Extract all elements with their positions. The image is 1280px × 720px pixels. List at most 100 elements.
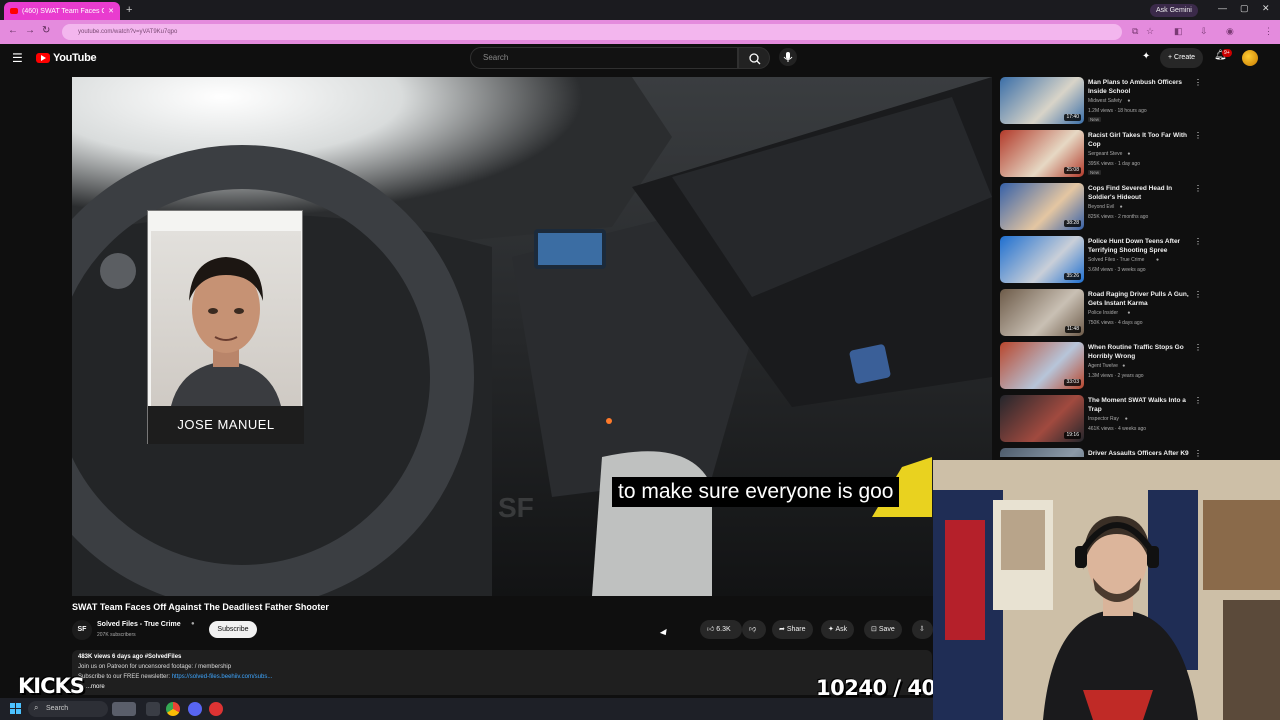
ai-sparkle-icon[interactable]: ✦ [1142,51,1150,62]
share-button[interactable]: ➦ Share [772,620,813,639]
recommendation-card[interactable]: 33:03 When Routine Traffic Stops Go Horri… [1000,342,1270,392]
back-icon[interactable]: ← [8,25,18,36]
save-button[interactable]: ⊡ Save [864,620,902,639]
recommendation-card[interactable]: 17:40 Man Plans to Ambush Officers Inside… [1000,77,1270,127]
forward-icon[interactable]: → [25,25,35,36]
video-thumbnail[interactable]: 19:16 [1000,395,1084,442]
logo-text: YouTube [53,52,97,64]
recommendation-card[interactable]: 19:16 The Moment SWAT Walks Into a Trap In… [1000,395,1270,445]
more-options-icon[interactable]: ⋮ [1194,131,1202,140]
youtube-logo[interactable]: YouTube [36,52,97,64]
subscribe-button[interactable]: Subscribe [209,621,257,638]
description-box[interactable]: 483K views 6 days ago #SolvedFiles Join … [72,650,932,695]
verified-badge-icon: ● [1156,257,1160,263]
webcam-feed [933,460,1280,720]
tab-title: (460) SWAT Team Faces Off Aga [22,7,104,15]
video-thumbnail[interactable]: 17:40 [1000,77,1084,124]
widgets-icon[interactable] [112,702,136,716]
video-thumbnail[interactable]: 25:08 [1000,130,1084,177]
video-thumbnail[interactable]: 35:26 [1000,236,1084,283]
tab-close-icon[interactable]: ✕ [108,7,114,15]
more-options-icon[interactable]: ⋮ [1194,449,1202,457]
minimize-icon[interactable]: — [1218,3,1227,13]
more-options-icon[interactable]: ⋮ [1194,396,1202,405]
video-thumbnail[interactable]: 33:03 [1000,342,1084,389]
mugshot-overlay: JOSE MANUEL [147,210,304,444]
recommendation-stats: 1.3M views · 2 years ago [1088,373,1144,379]
account-avatar[interactable] [1242,50,1258,66]
search-input[interactable]: Search [470,47,738,69]
recommendation-stats: 3.6M views · 3 weeks ago [1088,267,1146,273]
more-options-icon[interactable]: ⋮ [1194,290,1202,299]
video-thumbnail[interactable]: 11:48 [1000,289,1084,336]
ask-button[interactable]: ✦ Ask [821,620,855,639]
recommendation-channel[interactable]: Beyond Evil [1088,204,1114,210]
recommendation-channel[interactable]: Sergeant Steve [1088,151,1122,157]
install-icon[interactable]: ⧉ [1132,26,1138,37]
taskbar-search[interactable]: Search [28,701,108,717]
obs-icon[interactable] [209,702,223,716]
maximize-icon[interactable]: ▢ [1240,3,1249,14]
recommendation-channel[interactable]: Inspector Ray [1088,416,1119,422]
recommendation-channel[interactable]: Agent Twelve [1088,363,1118,369]
extensions-icon[interactable]: ◧ [1174,26,1183,37]
video-player[interactable]: JOSE MANUEL SF to make sure everyone is … [72,77,992,596]
verified-badge-icon: ● [1119,204,1123,210]
verified-badge-icon: ● [1124,416,1128,422]
ask-gemini-button[interactable]: Ask Gemini [1150,4,1198,17]
recommendation-card[interactable]: 38:28 Cops Find Severed Head In Soldier's… [1000,183,1270,233]
show-more-link[interactable]: ...more [86,684,105,690]
like-button[interactable]: 👍︎ 6.3K [700,620,742,639]
bookmark-icon: ⊡ [871,626,879,633]
recommendation-card[interactable]: 25:08 Racist Girl Takes It Too Far With C… [1000,130,1270,180]
recommendation-title: Road Raging Driver Pulls A Gun, Gets Ins… [1088,291,1189,307]
recommendation-card[interactable]: Driver Assaults Officers After K9 Discov… [1000,448,1270,457]
hamburger-menu-icon[interactable]: ☰ [12,51,23,65]
profile-icon[interactable]: ◉ [1226,26,1234,37]
mouse-cursor [659,628,670,638]
recommendation-title: Police Hunt Down Teens After Terrifying … [1088,238,1181,254]
browser-tab[interactable]: (460) SWAT Team Faces Off Aga ✕ [4,2,120,20]
view-stats: 483K views 6 days ago #SolvedFiles [78,654,182,660]
close-window-icon[interactable]: ✕ [1262,3,1270,14]
download-button[interactable]: ⇩ [912,620,933,639]
newsletter-text: Subscribe to our FREE newsletter: [78,674,172,680]
voice-search-button[interactable] [779,48,797,66]
video-thumbnail[interactable] [1000,448,1084,457]
more-options-icon[interactable]: ⋮ [1194,237,1202,246]
recommendation-channel[interactable]: Midwest Safety [1088,98,1122,104]
downloads-icon[interactable]: ⇩ [1200,26,1208,37]
bookmark-star-icon[interactable]: ☆ [1146,26,1154,37]
more-options-icon[interactable]: ⋮ [1194,343,1202,352]
notification-badge: 9+ [1222,49,1232,57]
channel-avatar[interactable]: SF [72,620,92,640]
newsletter-link[interactable]: https://solved-files.beehiiv.com/subs... [172,674,273,680]
verified-badge-icon: ● [191,621,195,627]
recommendation-stats: 461K views · 4 weeks ago [1088,426,1147,432]
dislike-button[interactable]: 👎︎ [742,620,766,639]
address-bar[interactable]: youtube.com/watch?v=yVAT9Ku7qpo [62,24,1122,40]
subscriber-count: 207K subscribers [97,632,136,638]
windows-start-icon[interactable] [10,703,21,714]
file-explorer-icon[interactable] [146,702,160,716]
browser-tab-bar: (460) SWAT Team Faces Off Aga ✕ + Ask Ge… [0,0,1280,20]
video-duration: 11:48 [1064,326,1081,333]
channel-name[interactable]: Solved Files - True Crime [97,621,181,628]
reload-icon[interactable]: ↻ [42,25,50,36]
search-button[interactable] [738,47,770,69]
video-duration: 35:26 [1064,273,1081,280]
recommendation-channel[interactable]: Police Insider [1088,310,1118,316]
browser-menu-icon[interactable]: ⋮ [1264,26,1273,37]
recommendation-card[interactable]: 35:26 Police Hunt Down Teens After Terrif… [1000,236,1270,286]
video-duration: 25:08 [1064,167,1081,174]
create-button[interactable]: + Create [1160,48,1204,68]
video-thumbnail[interactable]: 38:28 [1000,183,1084,230]
taskbar-search-icon: ⌕ [34,703,39,712]
recommendation-channel[interactable]: Solved Files - True Crime [1088,257,1144,263]
new-tab-icon[interactable]: + [126,4,132,16]
recommendation-card[interactable]: 11:48 Road Raging Driver Pulls A Gun, Get… [1000,289,1270,339]
discord-icon[interactable] [188,702,202,716]
chrome-icon[interactable] [166,702,180,716]
more-options-icon[interactable]: ⋮ [1194,184,1202,193]
more-options-icon[interactable]: ⋮ [1194,78,1202,87]
